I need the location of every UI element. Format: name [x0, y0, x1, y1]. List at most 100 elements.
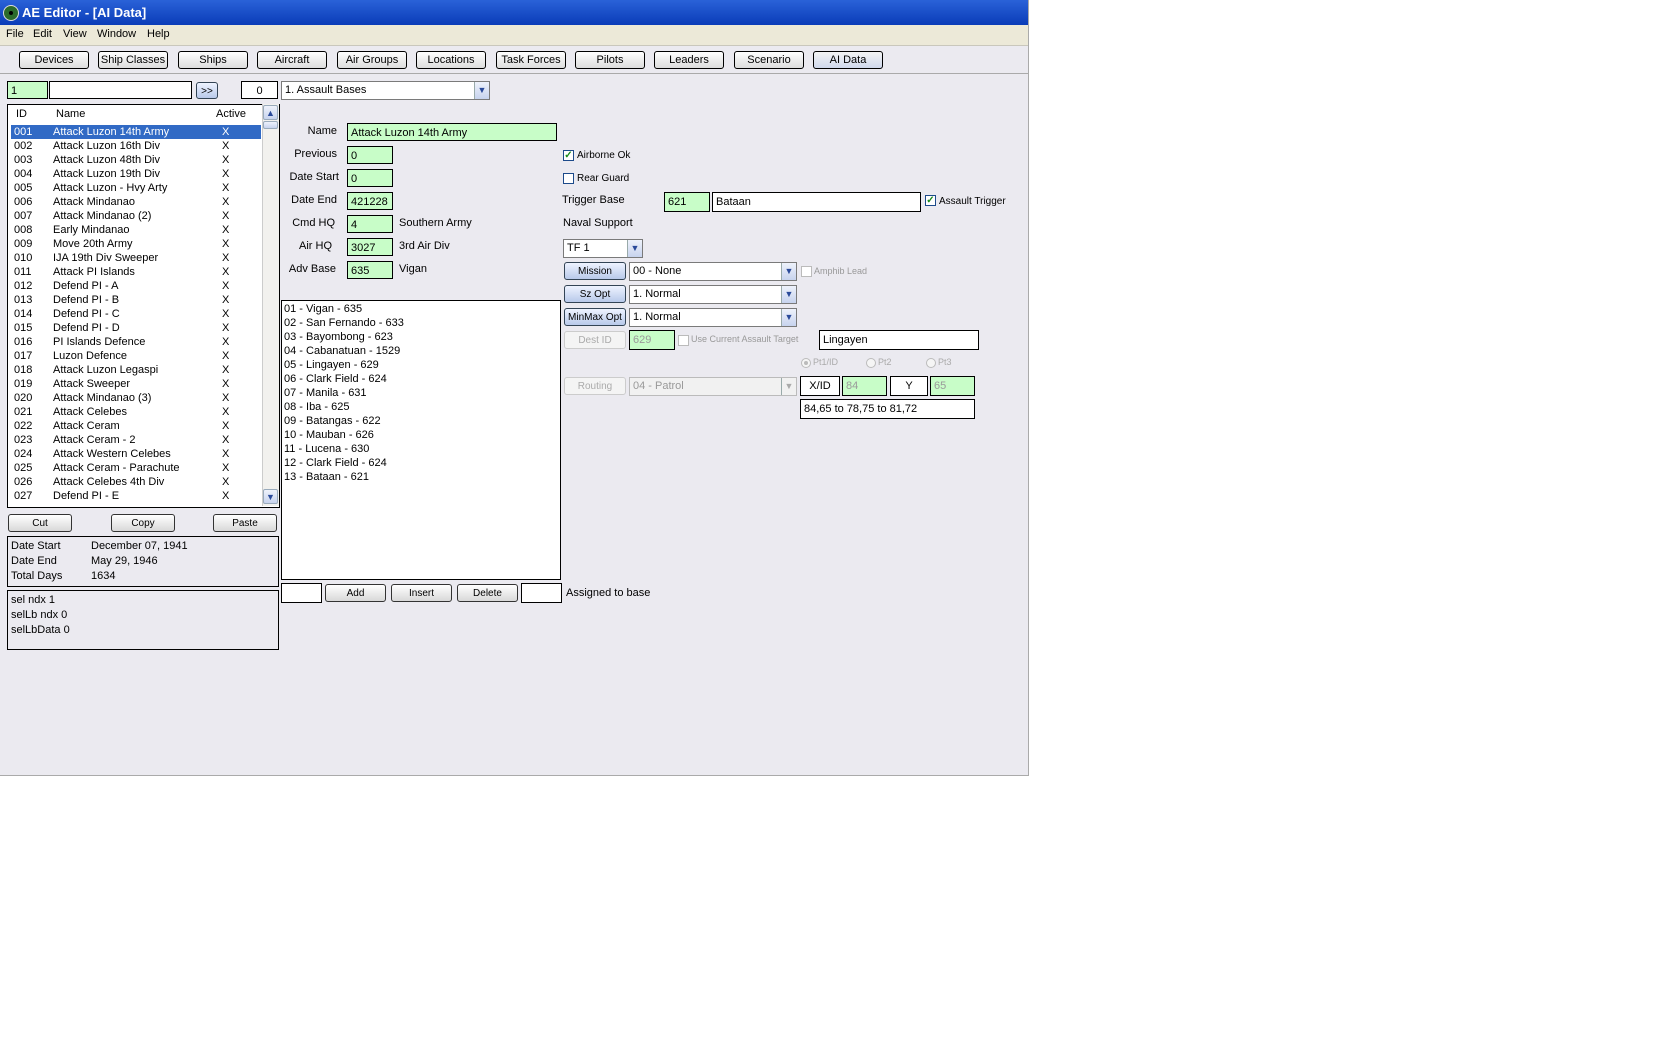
list-item[interactable]: 010 IJA 19th Div Sweeper X: [11, 251, 261, 265]
list-item[interactable]: 012 Defend PI - A X: [11, 279, 261, 293]
menu-edit[interactable]: Edit: [33, 28, 52, 40]
tab-ai-data[interactable]: AI Data: [813, 51, 883, 69]
previous-field[interactable]: 0: [347, 146, 393, 164]
menu-window[interactable]: Window: [97, 28, 136, 40]
date-end-field[interactable]: 421228: [347, 192, 393, 210]
paste-button[interactable]: Paste: [213, 514, 277, 532]
chevron-down-icon[interactable]: ▼: [781, 286, 796, 303]
assault-trigger-checkbox[interactable]: ✓: [925, 195, 936, 206]
chevron-down-icon[interactable]: ▼: [781, 378, 796, 395]
list-item[interactable]: 022 Attack Ceram X: [11, 419, 261, 433]
list-item[interactable]: 013 Defend PI - B X: [11, 293, 261, 307]
mission-button[interactable]: Mission: [564, 262, 626, 280]
base-id-input[interactable]: [281, 583, 322, 603]
menu-help[interactable]: Help: [147, 28, 170, 40]
chevron-down-icon[interactable]: ▼: [627, 240, 642, 257]
scroll-up-icon[interactable]: ▲: [263, 105, 278, 120]
base-list-item[interactable]: 06 - Clark Field - 624: [284, 373, 387, 385]
assigned-base-input[interactable]: [521, 583, 562, 603]
insert-button[interactable]: Insert: [391, 584, 452, 602]
copy-button[interactable]: Copy: [111, 514, 175, 532]
list-item[interactable]: 002 Attack Luzon 16th Div X: [11, 139, 261, 153]
tab-task-forces[interactable]: Task Forces: [496, 51, 566, 69]
chevron-down-icon[interactable]: ▼: [474, 82, 489, 99]
dest-id-button[interactable]: Dest ID: [564, 331, 626, 349]
list-item[interactable]: 015 Defend PI - D X: [11, 321, 261, 335]
base-list-item[interactable]: 07 - Manila - 631: [284, 387, 367, 399]
list-item[interactable]: 007 Attack Mindanao (2) X: [11, 209, 261, 223]
date-start-field[interactable]: 0: [347, 169, 393, 187]
list-item[interactable]: 011 Attack PI Islands X: [11, 265, 261, 279]
delete-button[interactable]: Delete: [457, 584, 518, 602]
trigger-base-id-field[interactable]: 621: [664, 192, 710, 212]
base-list-item[interactable]: 02 - San Fernando - 633: [284, 317, 404, 329]
chevron-down-icon[interactable]: ▼: [781, 263, 796, 280]
list-scrollbar[interactable]: ▲ ▼: [262, 104, 279, 506]
bases-list[interactable]: 01 - Vigan - 635 02 - San Fernando - 633 0…: [281, 300, 561, 580]
list-item[interactable]: 003 Attack Luzon 48th Div X: [11, 153, 261, 167]
dest-id-field[interactable]: 629: [629, 330, 675, 350]
rear-guard-checkbox[interactable]: [563, 173, 574, 184]
list-item[interactable]: 006 Attack Mindanao X: [11, 195, 261, 209]
tab-aircraft[interactable]: Aircraft: [257, 51, 327, 69]
name-field[interactable]: Attack Luzon 14th Army: [347, 123, 557, 141]
list-item[interactable]: 023 Attack Ceram - 2 X: [11, 433, 261, 447]
tab-ships[interactable]: Ships: [178, 51, 248, 69]
tab-devices[interactable]: Devices: [19, 51, 89, 69]
sz-opt-select[interactable]: 1. Normal ▼: [629, 285, 797, 304]
go-button[interactable]: >>: [196, 82, 218, 99]
amphib-lead-checkbox[interactable]: [801, 266, 812, 277]
pt1-radio[interactable]: [801, 358, 811, 368]
chevron-down-icon[interactable]: ▼: [781, 309, 796, 326]
list-item[interactable]: 005 Attack Luzon - Hvy Arty X: [11, 181, 261, 195]
tab-air-groups[interactable]: Air Groups: [337, 51, 407, 69]
list-item[interactable]: 014 Defend PI - C X: [11, 307, 261, 321]
dest-name-field[interactable]: Lingayen: [819, 330, 979, 350]
minmax-opt-button[interactable]: MinMax Opt: [564, 308, 626, 326]
tf-select[interactable]: TF 1 ▼: [563, 239, 643, 258]
airborne-ok-checkbox[interactable]: ✓: [563, 150, 574, 161]
trigger-base-name-field[interactable]: Bataan: [712, 192, 921, 212]
base-list-item[interactable]: 08 - Iba - 625: [284, 401, 349, 413]
list-item[interactable]: 020 Attack Mindanao (3) X: [11, 391, 261, 405]
routing-button[interactable]: Routing: [564, 377, 626, 395]
pt3-radio[interactable]: [926, 358, 936, 368]
list-item[interactable]: 017 Luzon Defence X: [11, 349, 261, 363]
scroll-thumb[interactable]: [263, 121, 278, 129]
base-list-item[interactable]: 05 - Lingayen - 629: [284, 359, 379, 371]
list-item[interactable]: 018 Attack Luzon Legaspi X: [11, 363, 261, 377]
list-item[interactable]: 025 Attack Ceram - Parachute X: [11, 461, 261, 475]
tab-leaders[interactable]: Leaders: [654, 51, 724, 69]
use-current-target-checkbox[interactable]: [678, 335, 689, 346]
tab-locations[interactable]: Locations: [416, 51, 486, 69]
cmd-hq-field[interactable]: 4: [347, 215, 393, 233]
category-select[interactable]: 1. Assault Bases ▼: [281, 81, 490, 100]
id-search-input[interactable]: 1: [7, 81, 48, 99]
tab-pilots[interactable]: Pilots: [575, 51, 645, 69]
list-item[interactable]: 024 Attack Western Celebes X: [11, 447, 261, 461]
y-field[interactable]: 65: [930, 376, 975, 396]
x-field[interactable]: 84: [842, 376, 887, 396]
pt2-radio[interactable]: [866, 358, 876, 368]
sz-opt-button[interactable]: Sz Opt: [564, 285, 626, 303]
list-item[interactable]: 001 Attack Luzon 14th Army X: [11, 125, 261, 139]
base-list-item[interactable]: 10 - Mauban - 626: [284, 429, 374, 441]
routing-select[interactable]: 04 - Patrol ▼: [629, 377, 797, 396]
base-list-item[interactable]: 09 - Batangas - 622: [284, 415, 381, 427]
list-item[interactable]: 019 Attack Sweeper X: [11, 377, 261, 391]
cut-button[interactable]: Cut: [8, 514, 72, 532]
list-item[interactable]: 004 Attack Luzon 19th Div X: [11, 167, 261, 181]
list-item[interactable]: 026 Attack Celebes 4th Div X: [11, 475, 261, 489]
base-list-item[interactable]: 03 - Bayombong - 623: [284, 331, 393, 343]
base-list-item[interactable]: 04 - Cabanatuan - 1529: [284, 345, 400, 357]
list-item[interactable]: 009 Move 20th Army X: [11, 237, 261, 251]
list-item[interactable]: 027 Defend PI - E X: [11, 489, 261, 503]
name-search-input[interactable]: [49, 81, 192, 99]
scroll-down-icon[interactable]: ▼: [263, 489, 278, 504]
list-item[interactable]: 021 Attack Celebes X: [11, 405, 261, 419]
adv-base-field[interactable]: 635: [347, 261, 393, 279]
base-list-item[interactable]: 11 - Lucena - 630: [284, 443, 369, 455]
minmax-opt-select[interactable]: 1. Normal ▼: [629, 308, 797, 327]
tab-ship-classes[interactable]: Ship Classes: [98, 51, 168, 69]
menu-view[interactable]: View: [63, 28, 87, 40]
